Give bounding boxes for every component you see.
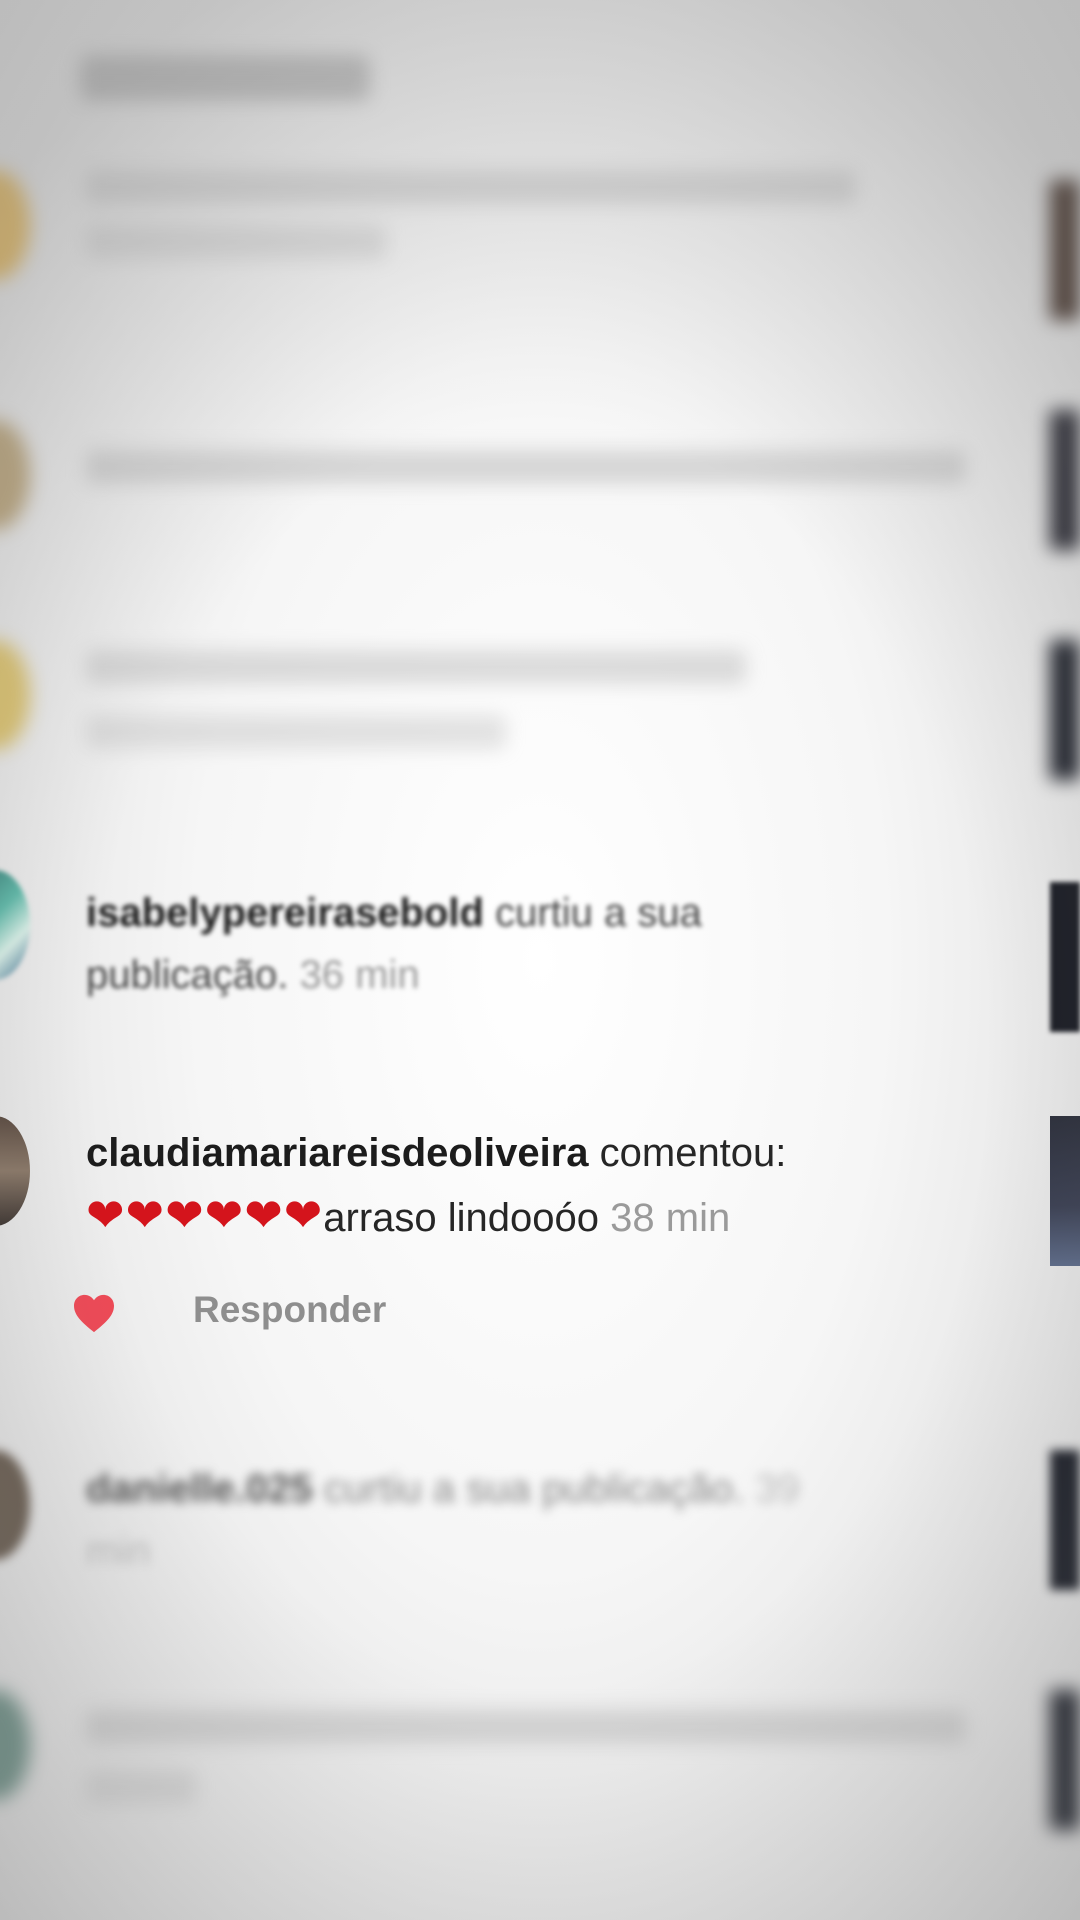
- notification-text: danielle.025 curtiu a sua publicação. 39…: [86, 1458, 966, 1582]
- like-heart-icon[interactable]: [72, 1293, 116, 1333]
- timestamp: 36 min: [299, 953, 420, 997]
- heart-icon: ❤: [283, 1189, 324, 1241]
- post-thumbnail[interactable]: [1050, 882, 1080, 1032]
- heart-icon: ❤: [244, 1189, 284, 1241]
- action-text-2: publicação.: [86, 953, 289, 997]
- comment-actions: Responder: [0, 1285, 1080, 1345]
- heart-icon: ❤: [165, 1189, 205, 1241]
- username[interactable]: danielle.025: [86, 1467, 313, 1511]
- notification-row-blurred-4: [0, 1680, 1080, 1840]
- post-thumbnail[interactable]: [1050, 1450, 1080, 1590]
- heart-icon: ❤: [125, 1189, 166, 1241]
- notifications-screen: isabelypereirasebold curtiu a sua public…: [0, 0, 1080, 1920]
- notification-row-blurred-2: [0, 400, 1080, 550]
- action-text: curtiu a sua: [495, 891, 702, 935]
- notification-row[interactable]: isabelypereirasebold curtiu a sua public…: [0, 870, 1080, 1032]
- heart-emojis: ❤❤❤❤❤❤: [86, 1189, 323, 1241]
- header-title-placeholder: [80, 55, 370, 101]
- notification-text: claudiamariareisdeoliveira comentou: ❤❤❤…: [86, 1122, 966, 1249]
- timestamp: 39: [755, 1467, 800, 1511]
- avatar[interactable]: [0, 1450, 30, 1560]
- avatar: [0, 420, 30, 530]
- post-thumbnail[interactable]: [1050, 1690, 1080, 1830]
- username[interactable]: claudiamariareisdeoliveira: [86, 1131, 589, 1175]
- post-thumbnail[interactable]: [1050, 410, 1080, 550]
- avatar[interactable]: [0, 1116, 30, 1226]
- notification-row-blurred-3: [0, 630, 1080, 790]
- notification-row-blurred-1: [0, 140, 1080, 320]
- post-thumbnail[interactable]: [1050, 640, 1080, 780]
- action-text: comentou:: [599, 1131, 787, 1175]
- timestamp-unit: min: [86, 1529, 151, 1573]
- notification-text: isabelypereirasebold curtiu a sua public…: [86, 882, 966, 1006]
- reply-button[interactable]: Responder: [193, 1289, 386, 1331]
- avatar: [0, 640, 30, 750]
- post-thumbnail[interactable]: [1050, 180, 1080, 320]
- avatar[interactable]: [0, 870, 30, 980]
- avatar: [0, 1690, 30, 1800]
- action-text: curtiu a sua publicação.: [323, 1467, 745, 1511]
- comment-text: arraso lindooóo: [323, 1196, 600, 1240]
- notification-row[interactable]: danielle.025 curtiu a sua publicação. 39…: [0, 1440, 1080, 1600]
- avatar: [0, 170, 30, 280]
- timestamp: 38 min: [610, 1196, 731, 1240]
- heart-icon: ❤: [86, 1189, 126, 1241]
- notification-row-comment[interactable]: claudiamariareisdeoliveira comentou: ❤❤❤…: [0, 1110, 1080, 1270]
- username[interactable]: isabelypereirasebold: [86, 891, 484, 935]
- heart-icon: ❤: [204, 1189, 245, 1241]
- post-thumbnail[interactable]: [1050, 1116, 1080, 1266]
